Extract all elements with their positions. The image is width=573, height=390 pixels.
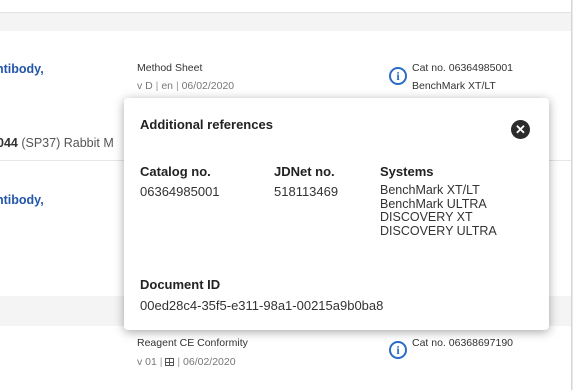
document-id-header: Document ID (140, 277, 221, 292)
system-item: DISCOVERY ULTRA (380, 223, 497, 238)
document-version: v D (137, 80, 153, 92)
system-item: DISCOVERY XT (380, 210, 473, 224)
catalog-column-header: Catalog no. (140, 164, 211, 179)
system-item: BenchMark ULTRA (380, 196, 487, 211)
meta-separator: | (155, 80, 159, 92)
document-meta: v D | en | 06/02/2020 (137, 80, 234, 92)
catalog-number: Cat no. 06364985001 (412, 62, 514, 74)
close-circle-icon[interactable]: ✕ (511, 120, 530, 139)
product-title-link[interactable]: ntibody, (0, 62, 44, 76)
meta-separator: | (177, 356, 181, 368)
catalog-system: BenchMark XT/LT (412, 80, 496, 92)
document-type: Reagent CE Conformity (137, 337, 248, 349)
product-title-link[interactable]: ntibody, (0, 193, 44, 207)
systems-list: BenchMark XT/LT BenchMark ULTRA DISCOVER… (380, 183, 497, 238)
additional-references-popup: Additional references ✕ Catalog no. 0636… (124, 98, 549, 330)
product-clone: (SP37) Rabbit M (17, 136, 114, 150)
popup-title: Additional references (140, 117, 273, 132)
catalog-number: Cat no. 06368697190 (412, 337, 514, 349)
document-language: en (161, 80, 174, 92)
jdnet-column-value: 518113469 (274, 184, 339, 199)
document-date: 06/02/2020 (181, 80, 235, 92)
document-meta: v 01 | | 06/02/2020 (137, 356, 236, 368)
catalog-column-value: 06364985001 (140, 184, 220, 199)
product-code: 044 (0, 136, 18, 150)
document-version: v 01 (137, 356, 157, 368)
meta-separator: | (159, 356, 163, 368)
info-circle-icon[interactable]: i (389, 341, 407, 359)
grid-icon (165, 358, 175, 366)
list-top-band (0, 0, 571, 13)
document-list-page: ntibody, Method Sheet v D | en | 06/02/2… (0, 0, 572, 390)
systems-column-header: Systems (380, 164, 434, 179)
document-type: Method Sheet (137, 62, 203, 74)
system-item: BenchMark XT/LT (380, 183, 480, 197)
product-description: 044 (SP37) Rabbit M (0, 136, 114, 150)
info-circle-icon[interactable]: i (389, 67, 407, 85)
document-date: 06/02/2020 (183, 356, 236, 368)
jdnet-column-header: JDNet no. (274, 164, 335, 179)
document-id-value: 00ed28c4-35f5-e311-98a1-00215a9b0ba8 (140, 298, 384, 313)
row-header-band (0, 13, 571, 31)
meta-separator: | (175, 80, 179, 92)
